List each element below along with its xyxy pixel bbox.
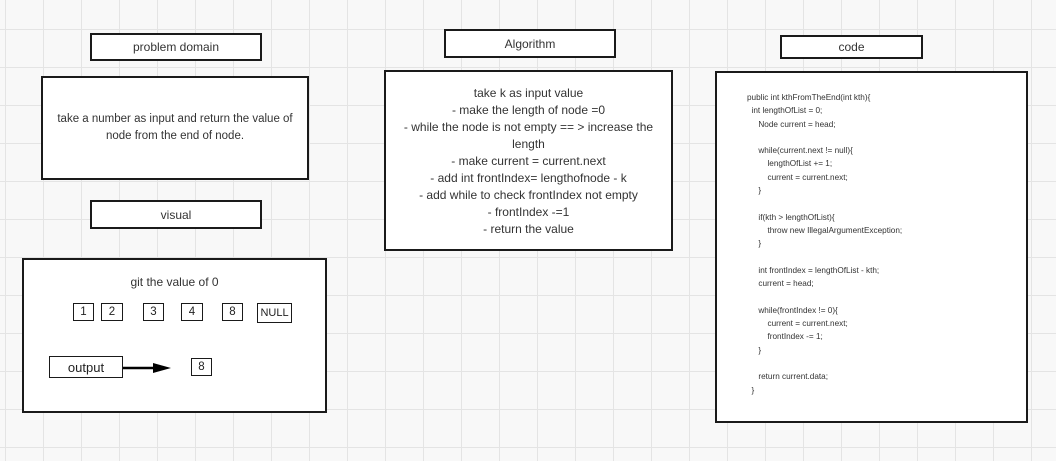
problem-domain-box: take a number as input and return the va… [41, 76, 309, 180]
code-line: throw new IllegalArgumentException; [747, 225, 903, 235]
visual-title: visual [90, 200, 262, 229]
code-line: ​ [747, 251, 902, 264]
code-box: public int kthFromTheEnd(int kth){ int l… [715, 71, 1028, 423]
code-line: lengthOfList += 1; [747, 159, 833, 169]
list-node: 2 [101, 303, 123, 321]
output-box: output [49, 356, 123, 378]
code-line: } [747, 239, 762, 249]
list-node: 4 [181, 303, 203, 321]
code-line: return current.data; [747, 372, 829, 382]
code-line: int frontIndex = lengthOfList - kth; [747, 265, 880, 275]
code-title: code [780, 35, 923, 59]
visual-label: visual [160, 207, 192, 222]
visual-caption: git the value of 0 [130, 275, 219, 289]
algorithm-line: - add int frontIndex= lengthofnode - k [430, 171, 627, 185]
code-line: current = current.next; [747, 172, 848, 182]
code-line: ​ [747, 197, 902, 210]
output-value: 8 [191, 358, 212, 376]
code-line: } [747, 385, 755, 395]
code-line: } [747, 186, 762, 196]
algorithm-line: - while the node is not empty == > incre… [403, 120, 654, 151]
code-line: frontIndex -= 1; [747, 332, 823, 342]
algorithm-line: - return the value [483, 222, 574, 236]
algorithm-line: - make current = current.next [451, 154, 606, 168]
problem-domain-text: take a number as input and return the va… [57, 113, 293, 142]
code-label: code [838, 40, 865, 54]
code-line: int lengthOfList = 0; [747, 106, 823, 116]
code-line: while(current.next != null){ [747, 146, 853, 156]
problem-domain-label: problem domain [132, 40, 220, 54]
arrow-icon [123, 363, 171, 373]
list-node: 3 [143, 303, 164, 321]
algorithm-box: take k as input value - make the length … [384, 70, 673, 251]
algorithm-label: Algorithm [504, 36, 556, 51]
code-line: } [747, 345, 762, 355]
code-line: ​ [747, 290, 902, 303]
code-line: Node current = head; [747, 119, 836, 129]
code-line: while(frontIndex != 0){ [747, 305, 838, 315]
code-line: ​ [747, 131, 902, 144]
algorithm-line: - add while to check frontIndex not empt… [419, 188, 638, 202]
code-block: public int kthFromTheEnd(int kth){ int l… [717, 73, 902, 397]
algorithm-line: - frontIndex -=1 [487, 205, 570, 219]
algorithm-title: Algorithm [444, 29, 616, 58]
code-line: current = head; [747, 279, 814, 289]
list-node: 8 [222, 303, 243, 321]
list-node: 1 [73, 303, 94, 321]
code-line: if(kth > lengthOfList){ [747, 212, 835, 222]
visual-box: git the value of 0 [22, 258, 327, 413]
code-line: public int kthFromTheEnd(int kth){ [747, 93, 871, 102]
null-node: NULL [257, 303, 292, 323]
algorithm-line: - make the length of node =0 [451, 103, 606, 117]
code-line: ​ [747, 357, 902, 370]
code-line: current = current.next; [747, 319, 848, 329]
problem-domain-title: problem domain [90, 33, 262, 61]
algorithm-line: take k as input value [473, 86, 584, 100]
